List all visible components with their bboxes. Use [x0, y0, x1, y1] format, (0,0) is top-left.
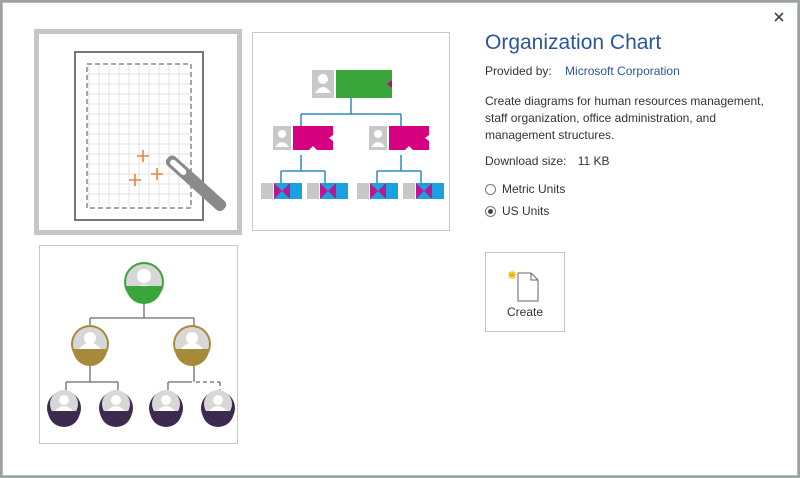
download-size-label: Download size:	[485, 154, 567, 168]
thumbnail-blank-drawing[interactable]	[34, 29, 242, 235]
thumbnail-org-chart-boxes[interactable]	[252, 32, 450, 231]
us-units-radio[interactable]	[485, 205, 496, 217]
create-button[interactable]: Create	[485, 252, 565, 332]
template-description: Create diagrams for human resources mana…	[485, 94, 764, 142]
metric-units-radio[interactable]	[485, 183, 496, 195]
provided-by-label: Provided by:	[485, 64, 552, 78]
metric-units-label: Metric Units	[502, 182, 566, 196]
close-button[interactable]	[771, 9, 787, 25]
blank-drawing-icon	[74, 51, 227, 221]
download-size: Download size: 11 KB	[485, 154, 610, 168]
provided-by: Provided by: Microsoft Corporation	[485, 64, 680, 78]
template-preview-dialog: Organization Chart Provided by: Microsof…	[2, 2, 798, 476]
org-chart-boxes-icon	[261, 70, 444, 199]
us-units-option[interactable]: US Units	[485, 204, 549, 218]
provider-link[interactable]: Microsoft Corporation	[565, 64, 680, 78]
create-label: Create	[506, 305, 544, 319]
new-document-icon	[508, 271, 539, 302]
org-chart-circles-icon	[47, 262, 235, 427]
template-title: Organization Chart	[485, 31, 662, 54]
thumbnail-org-chart-circles[interactable]	[39, 245, 238, 444]
download-size-value: 11 KB	[577, 154, 610, 168]
metric-units-option[interactable]: Metric Units	[485, 182, 565, 196]
close-icon	[774, 12, 784, 22]
us-units-label: US Units	[502, 204, 550, 218]
